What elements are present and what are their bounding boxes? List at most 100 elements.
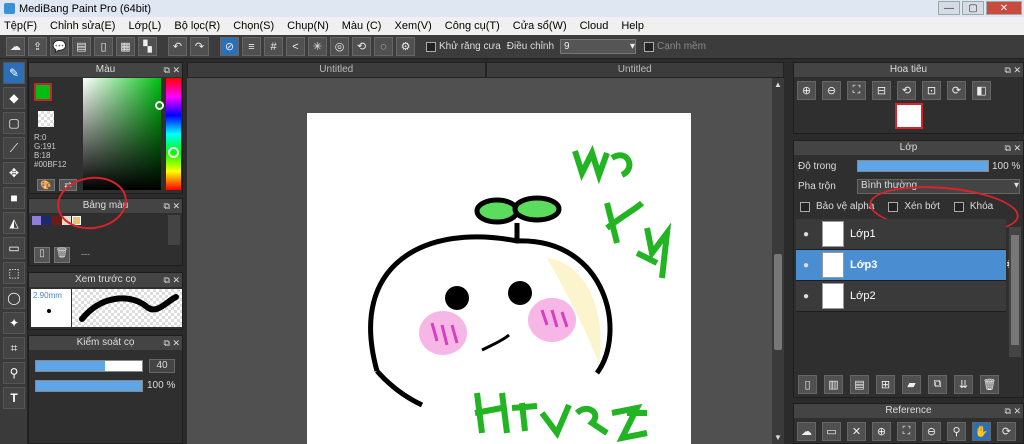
comment-icon[interactable]: 💬	[50, 37, 69, 56]
palette-swatch[interactable]	[52, 216, 61, 225]
rectangle-tool-icon[interactable]: ▢	[3, 112, 25, 134]
layer-row[interactable]: ● Lớp2	[796, 281, 1006, 312]
brush-size-slider[interactable]	[35, 360, 143, 372]
zoom-in-icon[interactable]: ⊕	[797, 81, 816, 100]
panel-close-icon[interactable]: ⧉ ✕	[164, 199, 180, 213]
navigator-thumbnail[interactable]	[895, 103, 923, 129]
scroll-up-icon[interactable]: ▲	[774, 80, 782, 89]
fill-rect-tool-icon[interactable]: ■	[3, 187, 25, 209]
layer-row-selected[interactable]: ● Lớp3 ⚙	[796, 250, 1018, 281]
menu-select[interactable]: Chọn(S)	[233, 20, 274, 32]
panel-close-icon[interactable]: ⧉ ✕	[164, 336, 180, 350]
palette-swatch[interactable]	[32, 216, 41, 225]
trash-icon[interactable]: 🗑	[980, 375, 999, 394]
radial-snap-icon[interactable]: ✳	[308, 37, 327, 56]
palette-scrollbar[interactable]	[168, 215, 180, 245]
tab-untitled-1[interactable]: Untitled	[187, 62, 486, 78]
scrollbar-thumb[interactable]	[774, 254, 782, 350]
drawing-canvas[interactable]	[307, 113, 691, 444]
hue-cursor[interactable]	[168, 147, 179, 158]
visibility-icon[interactable]: ●	[796, 260, 816, 271]
bucket-tool-icon[interactable]: ◭	[3, 212, 25, 234]
panel-close-icon[interactable]: ⧉ ✕	[1005, 404, 1021, 418]
folder-icon[interactable]: ▰	[902, 375, 921, 394]
panel-close-icon[interactable]: ⧉ ✕	[1005, 63, 1021, 77]
cloud-download-icon[interactable]: ☁	[797, 422, 816, 441]
eraser-tool-icon[interactable]: ◆	[3, 87, 25, 109]
layer-row[interactable]: ● Lớp1	[796, 219, 1006, 250]
duplicate-layer-icon[interactable]: ⧉	[928, 375, 947, 394]
curve-snap-icon[interactable]: ⟲	[352, 37, 371, 56]
magic-wand-tool-icon[interactable]: ✦	[3, 312, 25, 334]
foreground-color-swatch[interactable]	[34, 83, 52, 101]
close-window-button[interactable]: ✕	[986, 1, 1022, 15]
merge-layer-icon[interactable]: ⇊	[954, 375, 973, 394]
eyedropper-icon[interactable]: ⚲	[947, 422, 966, 441]
redo-icon[interactable]: ↷	[190, 37, 209, 56]
concentric-snap-icon[interactable]: ◎	[330, 37, 349, 56]
menu-file[interactable]: Tệp(F)	[4, 20, 37, 32]
gradient-tool-icon[interactable]: ▭	[3, 237, 25, 259]
page-icon[interactable]: ▯	[94, 37, 113, 56]
move-tool-icon[interactable]: ✥	[3, 162, 25, 184]
eyedropper-tool-icon[interactable]: ⚲	[3, 362, 25, 384]
antialias-checkbox[interactable]	[426, 41, 436, 52]
rotate-icon[interactable]: ⟳	[997, 422, 1016, 441]
rotate-reset-icon[interactable]: ⊡	[922, 81, 941, 100]
hue-slider[interactable]	[166, 78, 181, 190]
saturation-value-picker[interactable]	[83, 78, 161, 190]
brush-tool-icon[interactable]: ✎	[3, 62, 25, 84]
rotate-right-icon[interactable]: ⟳	[947, 81, 966, 100]
text-tool-icon[interactable]: T	[3, 387, 25, 409]
add-layer-menu-icon[interactable]: ⊞	[876, 375, 895, 394]
panel-close-icon[interactable]: ⧉ ✕	[1005, 141, 1021, 155]
layer-scrollbar[interactable]	[1009, 227, 1021, 357]
panel-icon[interactable]: ▦	[116, 37, 135, 56]
menu-color[interactable]: Màu (C)	[342, 20, 382, 32]
grid-icon[interactable]: ▚	[138, 37, 157, 56]
menu-edit[interactable]: Chỉnh sửa(E)	[50, 20, 115, 32]
rotate-left-icon[interactable]: ⟲	[897, 81, 916, 100]
canvas-vertical-scrollbar[interactable]: ▲ ▼	[772, 78, 784, 444]
zoom-out-icon[interactable]: ⊖	[822, 81, 841, 100]
fit-icon[interactable]: ⛶	[847, 81, 866, 100]
tab-untitled-2[interactable]: Untitled	[485, 62, 784, 78]
menu-snap[interactable]: Chụp(N)	[287, 20, 329, 32]
palette-more[interactable]: ---	[81, 249, 90, 259]
cloud-icon[interactable]: ☁	[6, 37, 25, 56]
new-halftone-layer-icon[interactable]: ▥	[824, 375, 843, 394]
menu-layer[interactable]: Lớp(L)	[128, 20, 161, 32]
new-8bit-layer-icon[interactable]: ▤	[850, 375, 869, 394]
menu-cloud[interactable]: Cloud	[580, 20, 609, 32]
new-layer-icon[interactable]: ▯	[798, 375, 817, 394]
palette-swatch[interactable]	[42, 216, 51, 225]
menu-window[interactable]: Cửa sổ(W)	[513, 20, 567, 32]
protect-alpha-checkbox[interactable]	[800, 201, 810, 212]
menu-view[interactable]: Xem(V)	[394, 20, 431, 32]
menu-help[interactable]: Help	[621, 20, 644, 32]
select-pen-tool-icon[interactable]: ⌗	[3, 337, 25, 359]
perspective-snap-icon[interactable]: <	[286, 37, 305, 56]
maximize-button[interactable]: ▢	[962, 1, 984, 15]
hand-icon[interactable]: ✋	[972, 422, 991, 441]
soft-edge-checkbox[interactable]	[644, 41, 655, 52]
zoom-out-icon[interactable]: ⊖	[922, 422, 941, 441]
select-tool-icon[interactable]: ⬚	[3, 262, 25, 284]
brush-size-value[interactable]: 40	[149, 359, 175, 373]
panel-close-icon[interactable]: ⧉ ✕	[164, 63, 180, 77]
circle-snap-icon[interactable]: ◌	[374, 37, 393, 56]
visibility-icon[interactable]: ●	[796, 229, 816, 240]
scroll-down-icon[interactable]: ▼	[774, 433, 782, 442]
minimize-button[interactable]: —	[938, 1, 960, 15]
brush-opacity-slider[interactable]	[35, 380, 143, 392]
menu-filter[interactable]: Bộ lọc(R)	[174, 20, 220, 32]
message-icon[interactable]: ▤	[72, 37, 91, 56]
color-wheel-icon[interactable]: 🎨	[37, 179, 55, 191]
flip-icon[interactable]: ◧	[972, 81, 991, 100]
undo-icon[interactable]: ↶	[168, 37, 187, 56]
trash-icon[interactable]: 🗑	[54, 247, 70, 263]
close-icon[interactable]: ✕	[847, 422, 866, 441]
new-palette-icon[interactable]: ▯	[34, 247, 50, 263]
open-folder-icon[interactable]: ▭	[822, 422, 841, 441]
parallel-snap-icon[interactable]: ≡	[242, 37, 261, 56]
